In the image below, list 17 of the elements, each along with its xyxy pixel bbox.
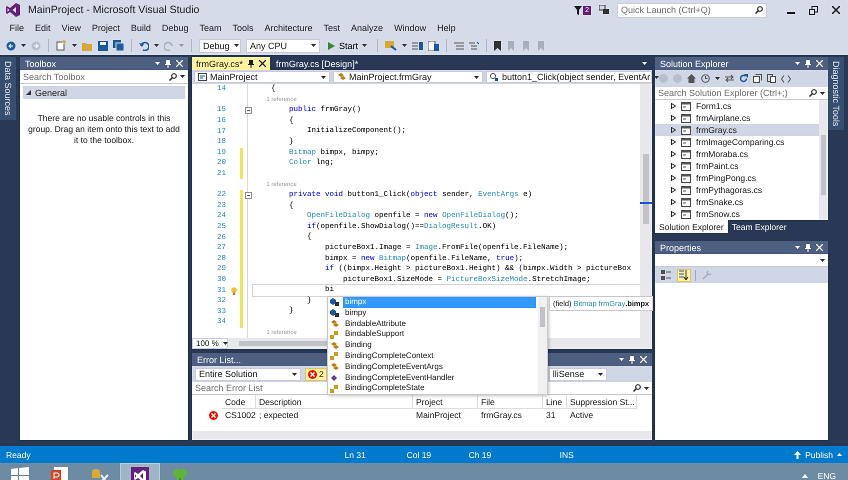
table-cell-text: Active — [569, 409, 594, 421]
status-text: Ready — [6, 450, 31, 460]
character-indicator: Ch 19 — [468, 450, 492, 460]
table-cell-text: CS1002 — [224, 409, 256, 421]
panel-title: Error List... — [197, 354, 242, 364]
panel-title: Toolbox — [25, 58, 56, 68]
insert-mode-indicator: INS — [560, 450, 574, 460]
table-cell-text: 31 — [545, 409, 556, 421]
window-title: MainProject - Microsoft Visual Studio — [28, 4, 200, 16]
panel-title: Properties — [660, 242, 702, 252]
table-cell-text: frmGray.cs — [480, 409, 523, 421]
panel-title: Solution Explorer — [660, 58, 729, 68]
line-indicator: Ln 31 — [344, 450, 367, 460]
table-cell-text: MainProject — [415, 409, 462, 421]
column-indicator: Col 19 — [406, 450, 432, 460]
table-cell-text: ; expected — [258, 409, 300, 421]
empty-group-message: There are no usable controls in this group. Drag an item onto this text to add it to the toolbox. — [27, 113, 181, 146]
